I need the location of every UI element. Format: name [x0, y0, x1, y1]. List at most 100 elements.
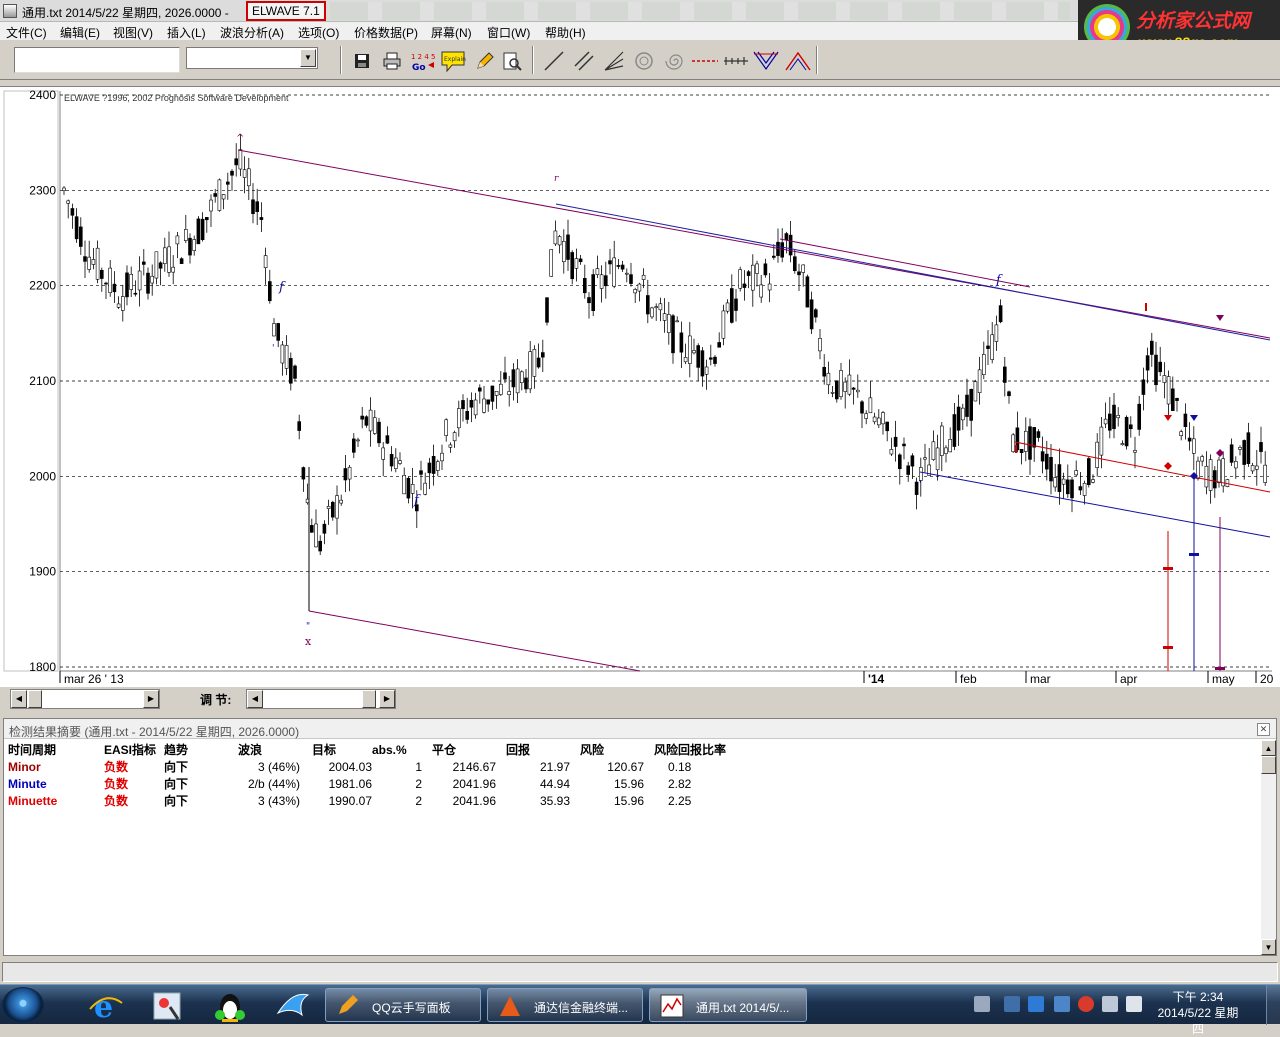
tray-app-icon[interactable] — [1004, 996, 1020, 1012]
volume-icon[interactable] — [1126, 996, 1142, 1012]
adjust-slider[interactable]: ◀ ▶ — [246, 689, 396, 709]
circle-icon[interactable] — [632, 49, 656, 73]
chart-area[interactable]: 2400 2300 2200 2100 2000 1900 1800 mar 26 ' 13… — [0, 86, 1280, 687]
network-icon[interactable] — [1102, 996, 1118, 1012]
show-desktop-button[interactable] — [1266, 985, 1280, 1025]
parallel-lines-icon[interactable] — [572, 49, 596, 73]
paint-icon[interactable] — [142, 989, 194, 1023]
task-elwave[interactable]: 通用.txt 2014/5/... — [649, 988, 807, 1022]
candle-body — [347, 466, 352, 480]
menu-options[interactable]: 选项(O) — [298, 24, 339, 41]
menu-wave-analysis[interactable]: 波浪分析(A) — [220, 24, 284, 41]
candle-body — [322, 523, 327, 534]
menu-file[interactable]: 文件(C) — [6, 24, 47, 41]
candle-body — [100, 269, 104, 279]
task-tdx-terminal[interactable]: 通达信金融终端... — [487, 988, 643, 1022]
menu-price-data[interactable]: 价格数据(P) — [354, 24, 418, 41]
table-cell-easi: 负数 — [104, 760, 129, 774]
scroll-right-icon[interactable]: ▶ — [143, 690, 159, 708]
candle-body — [112, 283, 117, 293]
print-icon[interactable] — [380, 49, 404, 73]
table-cell-easi: 负数 — [104, 777, 129, 791]
menu-screen[interactable]: 屏幕(N) — [431, 24, 472, 41]
menu-edit[interactable]: 编辑(E) — [60, 24, 100, 41]
menu-view[interactable]: 视图(V) — [113, 24, 153, 41]
table-row[interactable]: Minute 负数 向下 2/b (44%) 1981.06 2 2041.96 44.94 1… — [8, 775, 744, 792]
ie-icon[interactable]: e — [80, 989, 132, 1023]
candle-body — [851, 387, 856, 390]
scroll-thumb[interactable] — [28, 690, 42, 708]
save-icon[interactable] — [350, 49, 374, 73]
v-channel-icon[interactable] — [752, 49, 780, 73]
browser-tray-icon[interactable] — [1078, 996, 1094, 1012]
candle-body — [683, 357, 688, 363]
dashed-line-icon[interactable] — [690, 49, 720, 73]
security-icon[interactable] — [1028, 996, 1044, 1012]
scroll-down-icon[interactable]: ▼ — [1261, 939, 1276, 955]
menu-help[interactable]: 帮助(H) — [545, 24, 586, 41]
candle-body — [116, 303, 121, 308]
wave-go-icon[interactable]: 1 2 4 5 Go — [408, 49, 436, 73]
pencil-icon[interactable] — [472, 49, 496, 73]
candle-body — [209, 199, 213, 212]
candle-body — [217, 179, 222, 211]
candle-body — [461, 400, 465, 410]
candle-body — [498, 383, 503, 395]
table-cell-reward: 21.97 — [539, 759, 570, 774]
candle-body — [1061, 478, 1066, 485]
chart-horizontal-scrollbar[interactable]: ◀ ▶ — [10, 689, 160, 709]
candle-body — [1187, 437, 1192, 442]
candle-body — [591, 274, 596, 312]
table-header-row: 时间周期 EASI指标 趋势 波浪 目标 abs.% 平仓 回报 风险 风险回报… — [8, 741, 744, 758]
shield-icon[interactable] — [1054, 996, 1070, 1012]
scroll-thumb[interactable] — [1261, 756, 1276, 774]
timeframe-select[interactable]: ▼ — [186, 47, 318, 69]
candle-body — [267, 281, 272, 302]
candle-body — [301, 467, 306, 480]
triangle-icon[interactable] — [784, 49, 812, 73]
menu-insert[interactable]: 插入(L) — [167, 24, 206, 41]
bird-app-icon[interactable] — [266, 989, 318, 1023]
explain-icon[interactable]: Explain — [440, 49, 466, 73]
close-icon[interactable]: ✕ — [1257, 723, 1270, 736]
price-chart[interactable]: 2400 2300 2200 2100 2000 1900 1800 mar 26 ' 13… — [0, 87, 1280, 687]
task-qq-handwriting[interactable]: QQ云手写面板 — [325, 988, 481, 1022]
trendline-icon[interactable] — [542, 49, 566, 73]
pencil-icon — [339, 995, 358, 1014]
candle-body — [675, 320, 680, 323]
candle-body — [986, 345, 990, 349]
system-tray — [970, 993, 1150, 1017]
chevron-down-icon[interactable]: ▼ — [300, 49, 316, 67]
candle-body — [263, 255, 268, 269]
symbol-input[interactable] — [14, 47, 180, 73]
candle-body — [137, 270, 142, 291]
ruler-icon[interactable] — [722, 49, 750, 73]
app-name-badge: ELWAVE 7.1 — [246, 1, 326, 21]
menu-window[interactable]: 窗口(W) — [487, 24, 530, 41]
scroll-right-icon[interactable]: ▶ — [379, 690, 395, 708]
app-icon[interactable] — [3, 4, 17, 18]
table-row[interactable]: Minor 负数 向下 3 (46%) 2004.03 1 2146.67 21.97 120.… — [8, 758, 744, 775]
system-clock[interactable]: 下午 2:34 2014/5/22 星期四 — [1152, 989, 1244, 1037]
adjust-thumb[interactable] — [362, 690, 376, 708]
spiral-icon[interactable] — [662, 49, 686, 73]
table-cell-risk: 120.67 — [607, 759, 644, 774]
adjust-label: 调 节: — [200, 693, 232, 707]
panel-vertical-scrollbar[interactable]: ▲ ▼ — [1261, 740, 1276, 955]
start-button[interactable] — [2, 987, 44, 1023]
scroll-left-icon[interactable]: ◀ — [11, 690, 27, 708]
toolbar-separator — [816, 46, 818, 74]
fan-lines-icon[interactable] — [602, 49, 626, 73]
candle-body — [142, 261, 146, 265]
qq-penguin-icon[interactable] — [204, 989, 256, 1023]
candle-body — [79, 226, 83, 247]
scroll-left-icon[interactable]: ◀ — [247, 690, 263, 708]
candle-body — [696, 345, 701, 368]
tdx-icon — [500, 996, 520, 1016]
preview-icon[interactable] — [500, 49, 524, 73]
keyboard-icon[interactable] — [974, 996, 990, 1012]
candle-body — [969, 388, 974, 421]
scroll-up-icon[interactable]: ▲ — [1261, 740, 1276, 756]
table-row[interactable]: Minuette 负数 向下 3 (43%) 1990.07 2 2041.96 35.93 1… — [8, 792, 744, 809]
candle-body — [482, 398, 486, 413]
